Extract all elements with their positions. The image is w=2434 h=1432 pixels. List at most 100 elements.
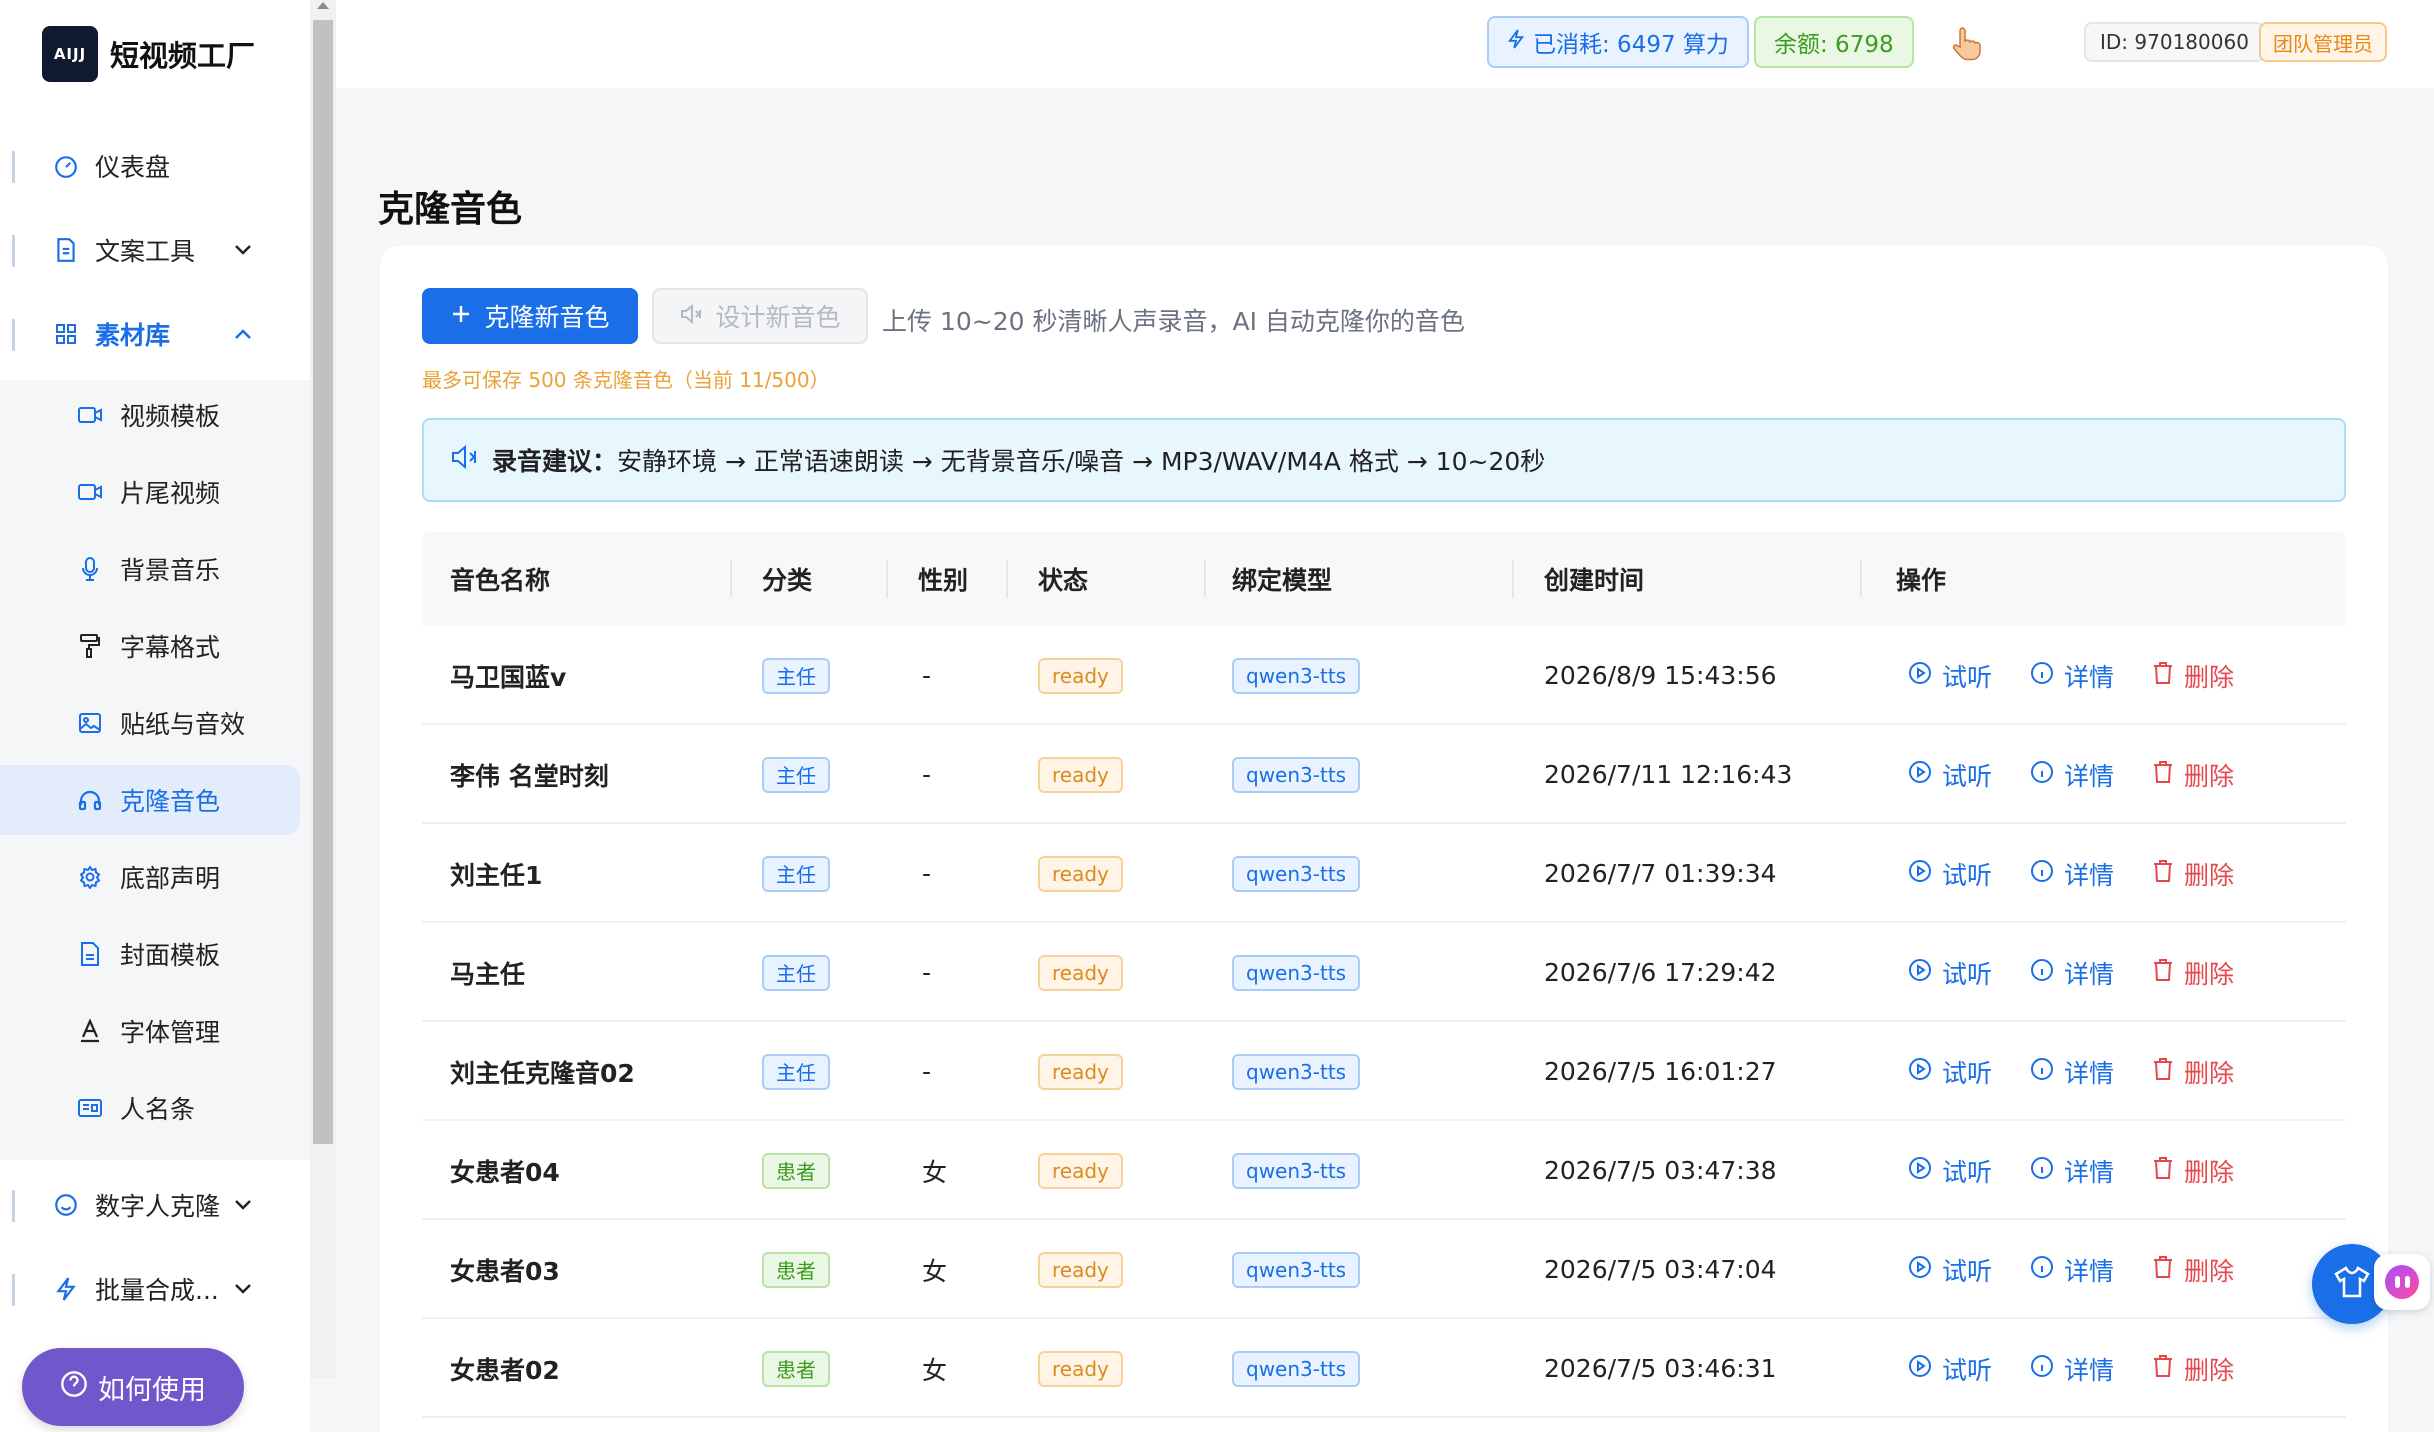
play-circle-icon	[1908, 1255, 1932, 1285]
table-header: 音色名称 分类 性别 状态 绑定模型 创建时间 操作	[422, 532, 2346, 626]
detail-button[interactable]: 详情	[2030, 1351, 2114, 1387]
gender-cell: -	[922, 1057, 932, 1086]
sidebar-scrollbar[interactable]	[310, 0, 336, 1378]
sidebar-subitem-clone-voice[interactable]: 克隆音色	[0, 765, 300, 835]
sidebar-subitem-outro-video[interactable]: 片尾视频	[0, 457, 300, 527]
trash-icon	[2152, 1057, 2174, 1087]
delete-label: 删除	[2184, 959, 2235, 989]
column-header-status: 状态	[1038, 532, 1206, 626]
delete-label: 删除	[2184, 1157, 2235, 1187]
model-tag: qwen3-tts	[1232, 657, 1361, 694]
delete-button[interactable]: 删除	[2152, 1153, 2234, 1189]
play-label: 试听	[1942, 761, 1993, 791]
category-cell: 主任	[762, 725, 830, 824]
trash-icon	[2152, 1354, 2174, 1384]
ai-assistant-icon	[2385, 1265, 2419, 1299]
app-logo[interactable]: AIJJ 短视频工厂	[42, 26, 255, 82]
sidebar-subitem-name-bar[interactable]: 人名条	[0, 1073, 300, 1143]
sidebar-item-digital-human[interactable]: 数字人克隆	[0, 1170, 300, 1240]
lightning-icon	[52, 1275, 80, 1303]
gender-cell: 女	[922, 1256, 948, 1286]
user-id-badge: ID: 970180060	[2084, 22, 2265, 62]
play-button[interactable]: 试听	[1908, 856, 1992, 892]
play-button[interactable]: 试听	[1908, 1351, 1992, 1387]
delete-button[interactable]: 删除	[2152, 1351, 2234, 1387]
ai-assistant-button[interactable]	[2374, 1254, 2430, 1310]
sidebar-subitem-footer-statement[interactable]: 底部声明	[0, 842, 300, 912]
sidebar-subitem-stickers[interactable]: 贴纸与音效	[0, 688, 300, 758]
shirt-icon	[2333, 1265, 2371, 1303]
column-header-gender: 性别	[918, 532, 1008, 626]
delete-label: 删除	[2184, 1058, 2235, 1088]
detail-button[interactable]: 详情	[2030, 955, 2114, 991]
speaker-icon	[450, 444, 480, 476]
sidebar-subitem-cover-template[interactable]: 封面模板	[0, 919, 300, 989]
detail-button[interactable]: 详情	[2030, 658, 2114, 694]
model-tag: qwen3-tts	[1232, 756, 1361, 793]
category-tag: 主任	[762, 657, 830, 694]
play-button[interactable]: 试听	[1908, 1054, 1992, 1090]
chevron-down-icon	[232, 1278, 254, 1300]
scroll-up-arrow-icon[interactable]	[317, 2, 329, 9]
delete-button[interactable]: 删除	[2152, 856, 2234, 892]
status-badge: ready	[1038, 1350, 1123, 1387]
how-to-use-button[interactable]: 如何使用	[22, 1348, 244, 1426]
sidebar-subitem-label: 克隆音色	[120, 787, 221, 816]
play-label: 试听	[1942, 959, 1993, 989]
play-button[interactable]: 试听	[1908, 757, 1992, 793]
sidebar-item-batch-synthesis[interactable]: 批量合成...	[0, 1254, 300, 1324]
created-time: 2026/7/11 12:16:43	[1544, 760, 1793, 789]
detail-label: 详情	[2064, 1355, 2115, 1385]
detail-button[interactable]: 详情	[2030, 1252, 2114, 1288]
delete-button[interactable]: 删除	[2152, 1252, 2234, 1288]
delete-label: 删除	[2184, 1256, 2235, 1286]
design-new-voice-button[interactable]: 设计新音色	[652, 288, 868, 344]
play-button[interactable]: 试听	[1908, 658, 1992, 694]
play-button[interactable]: 试听	[1908, 1252, 1992, 1288]
sidebar-item-assets[interactable]: 素材库	[0, 299, 300, 369]
status-badge: ready	[1038, 1251, 1123, 1288]
play-circle-icon	[1908, 1354, 1932, 1384]
sidebar-subitem-label: 底部声明	[120, 864, 221, 893]
voice-name: 女患者03	[450, 1256, 560, 1286]
play-button[interactable]: 试听	[1908, 1153, 1992, 1189]
info-icon	[2030, 760, 2054, 790]
status-cell: ready	[1038, 923, 1123, 1022]
status-cell: ready	[1038, 1220, 1123, 1319]
balance-badge: 余额: 6798	[1754, 16, 1914, 68]
detail-button[interactable]: 详情	[2030, 856, 2114, 892]
hand-pointer-icon[interactable]	[1950, 22, 1994, 66]
status-badge: ready	[1038, 657, 1123, 694]
detail-label: 详情	[2064, 1256, 2115, 1286]
sidebar-subitem-font-manage[interactable]: 字体管理	[0, 996, 300, 1066]
sidebar-subitem-label: 片尾视频	[120, 479, 221, 508]
scrollbar-thumb[interactable]	[313, 20, 333, 1144]
play-label: 试听	[1942, 662, 1993, 692]
chevron-up-icon	[232, 323, 254, 345]
play-button[interactable]: 试听	[1908, 955, 1992, 991]
sidebar-item-copywriting[interactable]: 文案工具	[0, 215, 300, 285]
image-icon	[76, 709, 104, 737]
sidebar-subitem-subtitle-format[interactable]: 字幕格式	[0, 611, 300, 681]
trash-icon	[2152, 1255, 2174, 1285]
gender-cell: 女	[922, 1157, 948, 1187]
sidebar-subitem-label: 视频模板	[120, 402, 221, 431]
app-name: 短视频工厂	[110, 39, 256, 73]
detail-button[interactable]: 详情	[2030, 1153, 2114, 1189]
info-icon	[2030, 1255, 2054, 1285]
sidebar-item-dashboard[interactable]: 仪表盘	[0, 131, 300, 201]
model-cell: qwen3-tts	[1232, 1121, 1361, 1220]
detail-button[interactable]: 详情	[2030, 1054, 2114, 1090]
delete-button[interactable]: 删除	[2152, 1054, 2234, 1090]
sidebar-subitem-bgm[interactable]: 背景音乐	[0, 534, 300, 604]
delete-button[interactable]: 删除	[2152, 658, 2234, 694]
detail-button[interactable]: 详情	[2030, 757, 2114, 793]
clone-new-voice-button[interactable]: 克隆新音色	[422, 288, 638, 344]
sidebar-subitem-video-template[interactable]: 视频模板	[0, 380, 300, 450]
delete-button[interactable]: 删除	[2152, 955, 2234, 991]
smile-icon	[52, 1191, 80, 1219]
column-header-model: 绑定模型	[1232, 532, 1514, 626]
delete-button[interactable]: 删除	[2152, 757, 2234, 793]
chevron-down-icon	[232, 1194, 254, 1216]
tips-text: 安静环境 → 正常语速朗读 → 无背景音乐/噪音 → MP3/WAV/M4A 格…	[617, 447, 1546, 476]
